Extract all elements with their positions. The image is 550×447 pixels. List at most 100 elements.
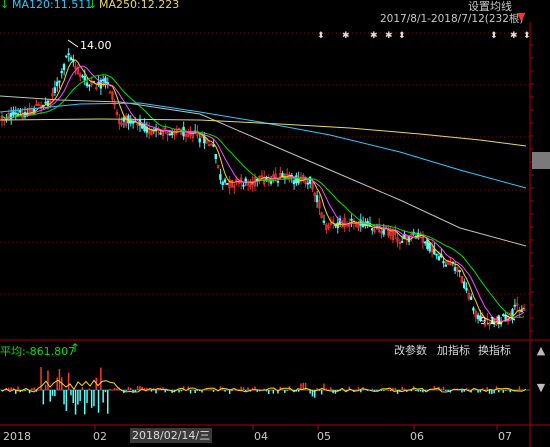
candle-body (221, 181, 224, 185)
sub-indicator-bar (463, 390, 465, 392)
sub-indicator-bar (79, 390, 81, 402)
sub-indicator-bar (212, 390, 215, 392)
sub-indicator-bar (440, 388, 442, 390)
sub-indicator-bar (210, 389, 212, 390)
sub-indicator-bar (81, 387, 84, 390)
sub-indicator-bar (245, 390, 247, 392)
candle-body (55, 81, 59, 86)
sub-indicator-bar (371, 388, 373, 390)
scroll-down-icon[interactable]: ▼ (532, 380, 550, 396)
sub-indicator-bar (417, 390, 419, 392)
high-marker-arrow (67, 39, 79, 48)
sub-indicator-bar (208, 389, 210, 391)
modify-params-button[interactable]: 改参数 (392, 343, 429, 359)
x-tick-06: 06 (410, 430, 424, 443)
sub-indicator-bar (17, 386, 19, 390)
sub-indicator-bar (116, 388, 118, 390)
candle-body (292, 180, 296, 185)
sub-indicator-bar (24, 390, 26, 391)
ma60-line (0, 95, 527, 247)
sub-indicator-bar (90, 390, 93, 408)
event-marker-icon: ⬍ (523, 31, 531, 41)
candle-body (426, 239, 429, 249)
candle-body (520, 310, 523, 313)
ma250-label: MA250:12.223 (99, 0, 180, 11)
sub-indicator-bar (67, 372, 70, 390)
candle-body (423, 241, 427, 244)
sub-indicator-bar (242, 387, 245, 390)
sub-indicator-bar (330, 387, 332, 390)
sub-indicator-bar (307, 389, 309, 391)
add-indicator-button[interactable]: 加指标 (435, 343, 472, 359)
candle-body (53, 87, 57, 94)
sub-indicator-bar (42, 390, 45, 405)
ma20-line (1, 74, 525, 318)
sub-indicator-bar (56, 377, 58, 390)
sub-indicator-bar (394, 387, 396, 390)
candle-body (88, 84, 91, 87)
sub-indicator-bar (521, 389, 523, 391)
sub-indicator-bar (491, 390, 493, 394)
candle-body (322, 220, 326, 223)
sub-indicator-bar (509, 390, 511, 393)
sub-indicator-bar (516, 389, 518, 391)
sub-indicator-bar (130, 387, 132, 390)
sub-indicator-bar (63, 390, 65, 405)
sub-indicator-bar (504, 390, 507, 391)
candle-body (433, 248, 436, 255)
candle-body (58, 80, 61, 83)
collapse-icon[interactable]: ▼ (517, 10, 525, 23)
sub-indicator-bar (270, 389, 272, 391)
candle-body (170, 131, 174, 136)
sub-indicator-bar (58, 368, 61, 390)
sub-indicator-bar (180, 390, 183, 392)
sub-indicator-bar (10, 387, 12, 390)
date-range-label: 2017/8/1-2018/7/12(232根) (380, 13, 524, 25)
sub-indicator-bar (86, 390, 88, 403)
sub-indicator-bar (51, 390, 54, 396)
sub-indicator-bar (442, 386, 445, 390)
candle-body (435, 253, 438, 256)
sub-indicator-bar (498, 390, 500, 393)
sub-indicator-bar (77, 390, 79, 405)
candle-body (219, 174, 222, 180)
sub-indicator-bar (247, 387, 249, 390)
switch-indicator-button[interactable]: 换指标 (476, 343, 513, 359)
sub-indicator-bar (125, 390, 127, 391)
candle-body (60, 70, 63, 74)
sub-indicator-bar (320, 390, 323, 395)
candle-body (81, 75, 84, 78)
sub-indicator-bar (228, 390, 231, 394)
x-tick-02: 02 (93, 430, 107, 443)
sub-indicator-bar (422, 390, 424, 393)
candle-body (341, 226, 344, 229)
candle-body (104, 77, 107, 84)
x-tick-07: 07 (498, 430, 512, 443)
ma5-line (1, 59, 525, 324)
sub-indicator-bar (155, 390, 157, 394)
sub-indicator-bar (445, 390, 447, 391)
sub-indicator-bar (54, 390, 56, 397)
candle-body (276, 180, 280, 183)
sub-indicator-bar (107, 390, 109, 414)
sub-indicator-bar (468, 389, 470, 391)
sub-indicator-bar (447, 390, 449, 392)
candle-body (336, 222, 339, 229)
candle-body (444, 264, 447, 267)
scroll-up-icon[interactable]: ▲ (532, 343, 550, 359)
candle-body (269, 180, 273, 184)
sub-indicator-bar (194, 390, 196, 394)
sub-indicator-bar (113, 388, 116, 390)
candle-body (223, 179, 227, 183)
sub-indicator-bar (380, 390, 383, 391)
side-scroll-handle[interactable] (532, 152, 550, 169)
sub-indicator-bar (72, 390, 74, 403)
sub-indicator-bar (488, 390, 491, 394)
ma250-arrow: ↓ (88, 0, 98, 11)
stock-chart: ⬍ ✱ ✱ ✱ ⬍ ⬍ ✱ ⬍ (0, 22, 550, 447)
sub-indicator-bar (502, 390, 505, 393)
sub-indicator-bar (49, 390, 51, 402)
sub-indicator-bar (104, 390, 107, 393)
sub-indicator-bar (231, 390, 233, 391)
sub-indicator-bar (486, 387, 488, 390)
